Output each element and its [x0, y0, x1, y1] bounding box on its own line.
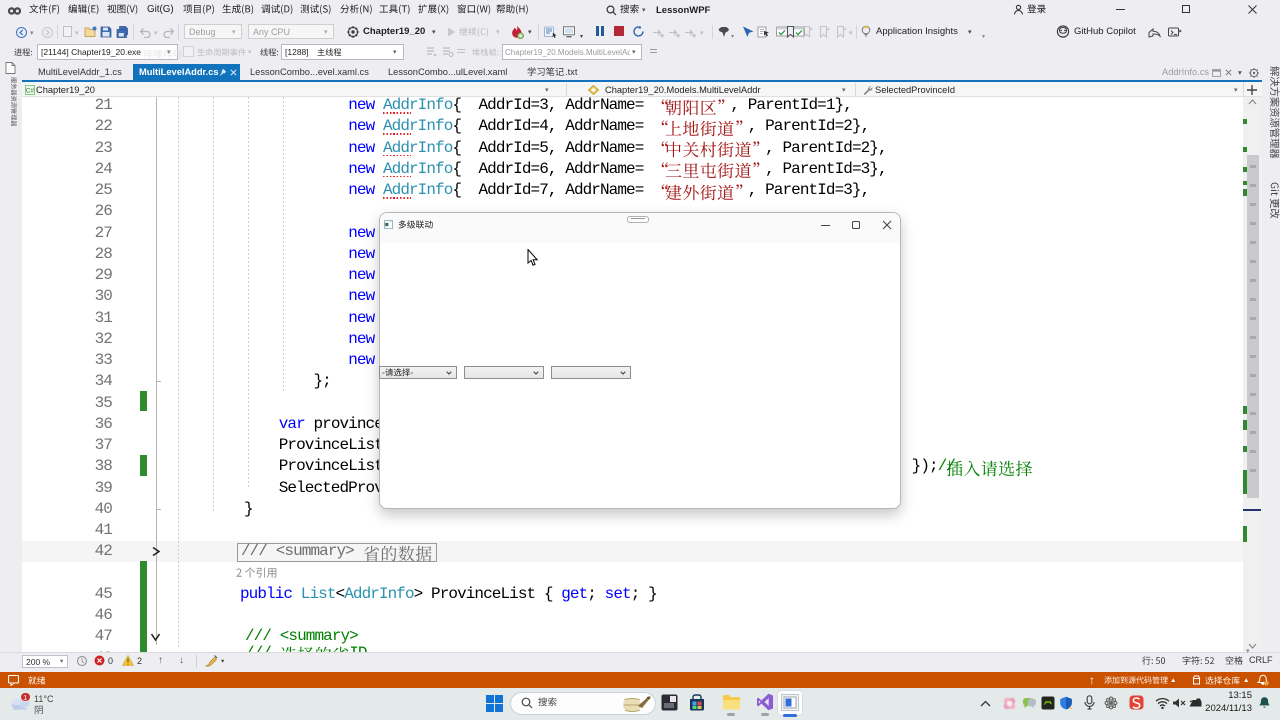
svg-text:C#: C#	[26, 88, 35, 95]
